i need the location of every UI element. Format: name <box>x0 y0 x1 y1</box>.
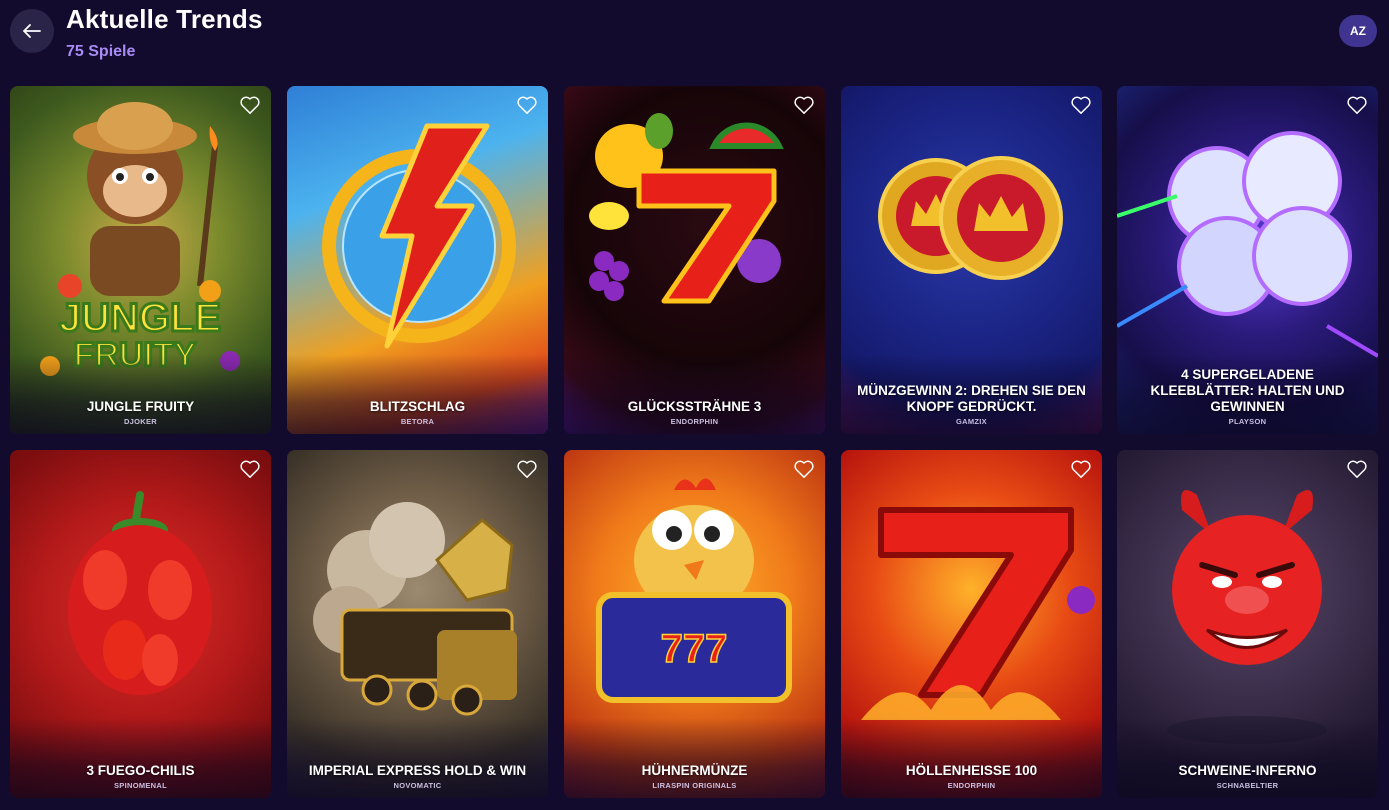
game-info: MÜNZGEWINN 2: DREHEN SIE DEN KNOPF GEDRÜ… <box>841 383 1102 426</box>
game-provider: NOVOMATIC <box>393 781 442 790</box>
game-provider: ENDORPHIN <box>670 417 719 426</box>
game-name: BLITZSCHLAG <box>369 399 466 414</box>
game-info: GLÜCKSSTRÄHNE 3 ENDORPHIN <box>564 399 825 426</box>
page-header: Aktuelle Trends 75 Spiele AZ <box>0 0 1389 80</box>
game-card-jungle-fruity[interactable]: JUNGLE FRUITY JUNGLE FRUITY DJOKER <box>10 86 271 434</box>
game-provider: SPINOMENAL <box>113 781 167 790</box>
game-provider: PLAYSON <box>1228 417 1267 426</box>
game-info: 3 FUEGO-CHILIS SPINOMENAL <box>10 763 271 790</box>
game-provider: ENDORPHIN <box>947 781 996 790</box>
svg-text:777: 777 <box>661 627 728 671</box>
game-card-hoellenheisse-100[interactable]: HÖLLENHEISSE 100 ENDORPHIN <box>841 450 1102 798</box>
heart-outline-icon[interactable] <box>1346 459 1368 479</box>
game-card-gluecksstraehne-3[interactable]: GLÜCKSSTRÄHNE 3 ENDORPHIN <box>564 86 825 434</box>
game-provider: LIRASPIN ORIGINALS <box>652 781 737 790</box>
heart-outline-icon[interactable] <box>1346 95 1368 115</box>
game-info: IMPERIAL EXPRESS HOLD & WIN NOVOMATIC <box>287 763 548 790</box>
game-provider: GAMZIX <box>956 417 987 426</box>
game-name: MÜNZGEWINN 2: DREHEN SIE DEN KNOPF GEDRÜ… <box>857 383 1086 414</box>
game-info: 4 SUPERGELADENE KLEEBLÄTTER: HALTEN UND … <box>1117 367 1378 426</box>
game-name: HÖLLENHEISSE 100 <box>905 763 1038 778</box>
game-name: HÜHNERMÜNZE <box>641 763 748 778</box>
arrow-left-icon <box>23 24 41 38</box>
page-title: Aktuelle Trends <box>66 4 263 34</box>
game-card-imperial-express[interactable]: IMPERIAL EXPRESS HOLD & WIN NOVOMATIC <box>287 450 548 798</box>
heart-outline-icon[interactable] <box>516 459 538 479</box>
sort-az-button[interactable]: AZ <box>1339 15 1377 47</box>
game-info: SCHWEINE-INFERNO SCHNABELTIER <box>1117 763 1378 790</box>
game-name: 3 FUEGO-CHILIS <box>86 763 195 778</box>
game-card-schweine-inferno[interactable]: SCHWEINE-INFERNO SCHNABELTIER <box>1117 450 1378 798</box>
game-card-blitzschlag[interactable]: BLITZSCHLAG BETORA <box>287 86 548 434</box>
game-info: HÖLLENHEISSE 100 ENDORPHIN <box>841 763 1102 790</box>
heart-outline-icon[interactable] <box>793 459 815 479</box>
game-info: BLITZSCHLAG BETORA <box>287 399 548 426</box>
game-name: IMPERIAL EXPRESS HOLD & WIN <box>308 763 527 778</box>
heart-outline-icon[interactable] <box>793 95 815 115</box>
game-name: SCHWEINE-INFERNO <box>1178 763 1317 778</box>
game-info: JUNGLE FRUITY DJOKER <box>10 399 271 426</box>
game-provider: DJOKER <box>123 417 158 426</box>
heart-outline-icon[interactable] <box>239 459 261 479</box>
svg-text:JUNGLE: JUNGLE <box>59 296 221 340</box>
game-name: 4 SUPERGELADENE KLEEBLÄTTER: HALTEN UND … <box>1150 367 1345 414</box>
game-card-4-supergeladene-kleeblaetter[interactable]: 4 SUPERGELADENE KLEEBLÄTTER: HALTEN UND … <box>1117 86 1378 434</box>
heart-outline-icon[interactable] <box>516 95 538 115</box>
games-count: 75 Spiele <box>66 43 136 60</box>
game-name: GLÜCKSSTRÄHNE 3 <box>627 399 762 414</box>
back-button[interactable] <box>10 9 54 53</box>
game-name: JUNGLE FRUITY <box>86 399 195 414</box>
heart-outline-icon[interactable] <box>239 95 261 115</box>
heart-outline-icon[interactable] <box>1070 459 1092 479</box>
game-card-huehnermuenze[interactable]: 777 HÜHNERMÜNZE LIRASPIN ORIGINALS <box>564 450 825 798</box>
game-provider: SCHNABELTIER <box>1216 781 1279 790</box>
game-provider: BETORA <box>400 417 435 426</box>
game-info: HÜHNERMÜNZE LIRASPIN ORIGINALS <box>564 763 825 790</box>
game-card-3-fuego-chilis[interactable]: 3 FUEGO-CHILIS SPINOMENAL <box>10 450 271 798</box>
game-card-muenzgewinn-2[interactable]: MÜNZGEWINN 2: DREHEN SIE DEN KNOPF GEDRÜ… <box>841 86 1102 434</box>
heart-outline-icon[interactable] <box>1070 95 1092 115</box>
